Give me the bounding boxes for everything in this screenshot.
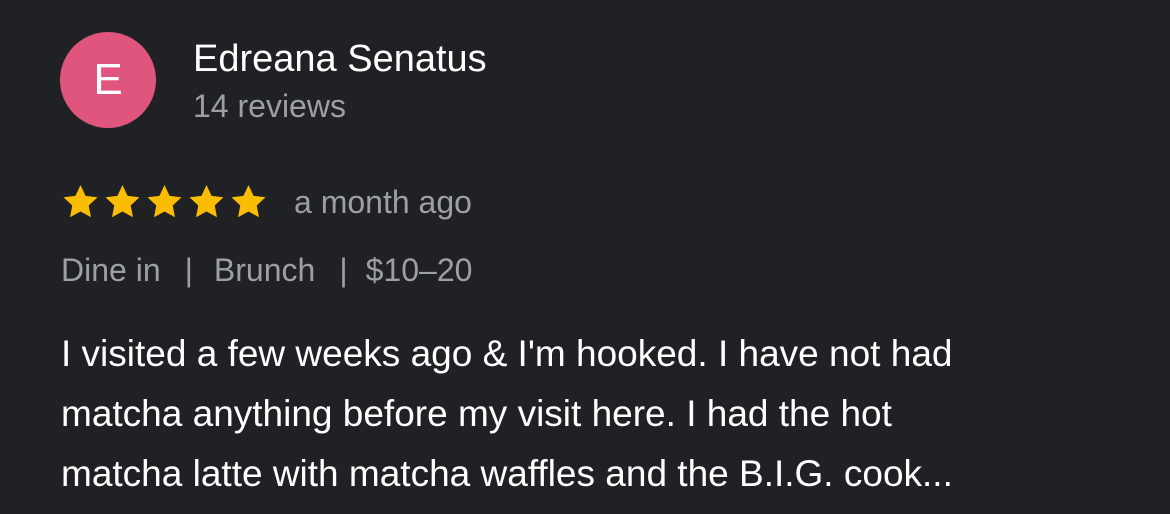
star-icon xyxy=(231,185,266,218)
tag-separator: | xyxy=(184,252,193,288)
review-tags: Dine in | Brunch | $10–20 xyxy=(61,252,472,289)
review-card[interactable]: E Edreana Senatus 14 reviews a month ago… xyxy=(0,0,1170,514)
star-icon xyxy=(105,185,140,218)
review-text[interactable]: I visited a few weeks ago & I'm hooked. … xyxy=(61,324,1141,504)
star-icon xyxy=(147,185,182,218)
author-name[interactable]: Edreana Senatus xyxy=(193,38,487,81)
tag-meal: Brunch xyxy=(213,252,316,288)
avatar[interactable]: E xyxy=(60,32,156,128)
star-rating xyxy=(60,182,269,222)
review-text-line: matcha anything before my visit here. I … xyxy=(61,393,892,434)
star-icon xyxy=(63,185,98,218)
review-text-line: I visited a few weeks ago & I'm hooked. … xyxy=(61,333,953,374)
review-count: 14 reviews xyxy=(193,88,346,124)
review-text-line: matcha latte with matcha waffles and the… xyxy=(61,453,953,494)
avatar-initial: E xyxy=(93,55,123,104)
tag-price: $10–20 xyxy=(365,252,473,288)
star-icon xyxy=(189,185,224,218)
tag-separator: | xyxy=(339,252,348,288)
review-time: a month ago xyxy=(294,184,472,220)
tag-service: Dine in xyxy=(61,252,161,288)
